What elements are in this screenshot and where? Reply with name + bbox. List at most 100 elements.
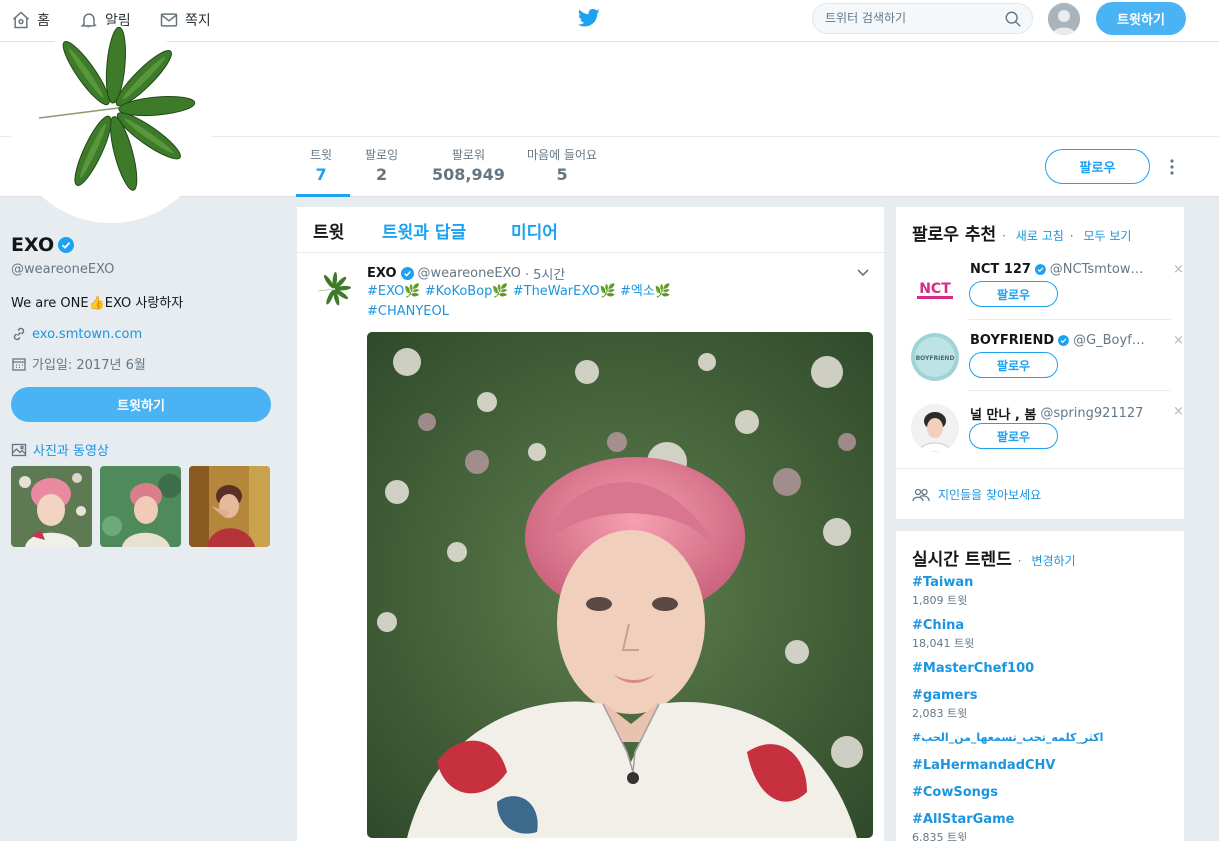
- stat-likes-label: 마음에 들어요: [527, 148, 598, 162]
- photos-videos-link[interactable]: 사진과 동영상: [11, 440, 109, 459]
- compose-tweet-button[interactable]: 트윗하기: [1096, 2, 1186, 35]
- dismiss-icon[interactable]: ×: [1173, 333, 1184, 348]
- dismiss-icon[interactable]: ×: [1173, 262, 1184, 277]
- find-friends-label[interactable]: 지인들을 찾아보세요: [938, 486, 1041, 503]
- trend-name[interactable]: #CowSongs: [912, 785, 998, 800]
- thumbnail-photo-1: [11, 466, 92, 547]
- separator-dot: ·: [1017, 554, 1022, 568]
- user-photo-icon: [911, 404, 959, 452]
- stat-following[interactable]: 팔로잉 2: [365, 146, 398, 184]
- trend-item[interactable]: #LaHermandadCHV: [912, 758, 1056, 773]
- top-navigation-bar: 홈 알림 쪽지 트윗하기: [0, 0, 1219, 42]
- suggested-account-identity[interactable]: NCT 127 @NCTsmtown_127: [970, 262, 1150, 277]
- suggested-account-avatar[interactable]: NCT: [911, 262, 959, 310]
- profile-website[interactable]: exo.smtown.com: [11, 326, 142, 342]
- who-to-follow-card: 팔로우 추천 · 새로 고침 · 모두 보기 NCT NCT 127 @NCTs…: [896, 207, 1184, 519]
- trend-item[interactable]: #Taiwan 1,809 트윗: [912, 575, 973, 608]
- suggested-account-handle[interactable]: @NCTsmtown_127: [1050, 262, 1150, 277]
- search-input[interactable]: [825, 11, 995, 25]
- tweet-hashtags-line-2[interactable]: #CHANYEOL: [367, 302, 867, 322]
- tweet-timestamp[interactable]: · 5시간: [525, 264, 565, 283]
- trend-item[interactable]: #اكثر_كلمه_تحب_تسمعها_من_الحب: [912, 731, 1103, 744]
- media-thumbnail-3[interactable]: [189, 466, 270, 547]
- tab-media[interactable]: 미디어: [511, 218, 558, 243]
- nav-home[interactable]: 홈: [11, 8, 50, 32]
- refresh-link[interactable]: 새로 고침: [1016, 229, 1064, 243]
- timeline-tabs: 트윗 트윗과 답글 미디어: [297, 207, 884, 253]
- follow-suggested-button[interactable]: 팔로우: [969, 352, 1058, 378]
- tweet-author-handle[interactable]: @weareoneEXO: [418, 266, 521, 281]
- profile-avatar[interactable]: [10, 25, 212, 223]
- trend-name[interactable]: #LaHermandadCHV: [912, 758, 1056, 773]
- dismiss-icon[interactable]: ×: [1173, 404, 1184, 419]
- separator-dot: ·: [1002, 229, 1006, 243]
- stat-tweets[interactable]: 트윗 7: [310, 146, 332, 184]
- trend-count: 6,835 트윗: [912, 831, 968, 841]
- media-thumbnail-2[interactable]: [100, 466, 181, 547]
- suggested-account-identity[interactable]: 널 만나 , 봄 @spring921127: [970, 404, 1150, 423]
- nav-messages[interactable]: 쪽지: [159, 8, 211, 32]
- trend-name[interactable]: #AllStarGame: [912, 812, 1014, 827]
- tweet-header: EXO @weareoneEXO · 5시간: [367, 264, 565, 283]
- tab-tweets[interactable]: 트윗: [313, 218, 344, 243]
- thumbnail-photo-3: [189, 466, 270, 547]
- suggested-account: BOYFRIEND BOYFRIEND @G_Boyfriend 팔로우 ×: [896, 323, 1184, 394]
- trend-name[interactable]: #gamers: [912, 688, 977, 703]
- profile-website-text[interactable]: exo.smtown.com: [32, 327, 142, 342]
- suggested-account-name[interactable]: NCT 127: [970, 262, 1031, 277]
- trend-name[interactable]: #اكثر_كلمه_تحب_تسمعها_من_الحب: [912, 731, 1103, 744]
- photos-videos-label[interactable]: 사진과 동영상: [33, 440, 109, 459]
- find-friends-link[interactable]: 지인들을 찾아보세요: [912, 486, 1041, 503]
- stat-tweets-label: 트윗: [310, 148, 333, 162]
- thumbnail-photo-2: [100, 466, 181, 547]
- tweet-to-button[interactable]: 트윗하기: [11, 387, 271, 422]
- trend-name[interactable]: #Taiwan: [912, 575, 973, 590]
- suggested-account-name[interactable]: BOYFRIEND: [970, 333, 1054, 348]
- suggested-account-name[interactable]: 널 만나 , 봄: [970, 404, 1036, 423]
- follow-suggested-button[interactable]: 팔로우: [969, 281, 1058, 307]
- trends-header: 실시간 트렌드 · 변경하기: [912, 545, 1076, 570]
- trend-item[interactable]: #AllStarGame 6,835 트윗: [912, 812, 1014, 841]
- suggested-account-handle[interactable]: @G_Boyfriend: [1073, 333, 1150, 348]
- tweet-author-avatar[interactable]: [315, 270, 353, 308]
- trend-name[interactable]: #China: [912, 618, 974, 633]
- divider: [969, 319, 1171, 320]
- change-trends-link[interactable]: 변경하기: [1031, 554, 1075, 568]
- tweet-photo[interactable]: [367, 332, 873, 838]
- svg-text:BOYFRIEND: BOYFRIEND: [916, 355, 955, 362]
- twitter-bird-icon[interactable]: [578, 8, 600, 28]
- trend-item[interactable]: #CowSongs: [912, 785, 998, 800]
- suggested-account-handle[interactable]: @spring921127: [1040, 406, 1143, 421]
- exo-leaf-avatar-icon: [317, 272, 351, 306]
- view-all-link[interactable]: 모두 보기: [1083, 229, 1131, 243]
- divider: [896, 468, 1184, 469]
- profile-joined-text: 가입일: 2017년 6월: [32, 358, 146, 373]
- trend-item[interactable]: #China 18,041 트윗: [912, 618, 974, 651]
- search-icon[interactable]: [1004, 10, 1022, 28]
- stat-likes[interactable]: 마음에 들어요 5: [527, 146, 597, 184]
- trend-name[interactable]: #MasterChef100: [912, 661, 1034, 676]
- trend-item[interactable]: #MasterChef100: [912, 661, 1034, 676]
- trend-count: 18,041 트윗: [912, 637, 975, 650]
- tweet-hashtags-line-1[interactable]: #EXO🌿 #KoKoBop🌿 #TheWarEXO🌿 #엑소🌿: [367, 282, 867, 302]
- search-box[interactable]: [812, 3, 1033, 34]
- suggested-account-avatar[interactable]: [911, 404, 959, 452]
- tab-tweets-and-replies[interactable]: 트윗과 답글: [382, 218, 466, 243]
- suggested-account-identity[interactable]: BOYFRIEND @G_Boyfriend: [970, 333, 1150, 348]
- account-avatar[interactable]: [1048, 3, 1080, 35]
- stat-followers[interactable]: 팔로워 508,949: [432, 146, 505, 184]
- tweet-author-name[interactable]: EXO: [367, 266, 397, 281]
- follow-suggested-button[interactable]: 팔로우: [969, 423, 1058, 449]
- who-to-follow-title: 팔로우 추천: [912, 225, 997, 245]
- chevron-down-icon[interactable]: [857, 269, 869, 277]
- calendar-icon: [12, 357, 26, 371]
- suggested-account-avatar[interactable]: BOYFRIEND: [911, 333, 959, 381]
- trend-item[interactable]: #gamers 2,083 트윗: [912, 688, 977, 721]
- trend-count: 1,809 트윗: [912, 594, 968, 607]
- stat-following-value: 2: [375, 165, 388, 184]
- profile-handle[interactable]: @weareoneEXO: [11, 262, 114, 277]
- more-options-icon[interactable]: [1166, 157, 1178, 177]
- media-thumbnail-1[interactable]: [11, 466, 92, 547]
- profile-name: EXO: [11, 234, 55, 256]
- follow-button[interactable]: 팔로우: [1045, 149, 1150, 184]
